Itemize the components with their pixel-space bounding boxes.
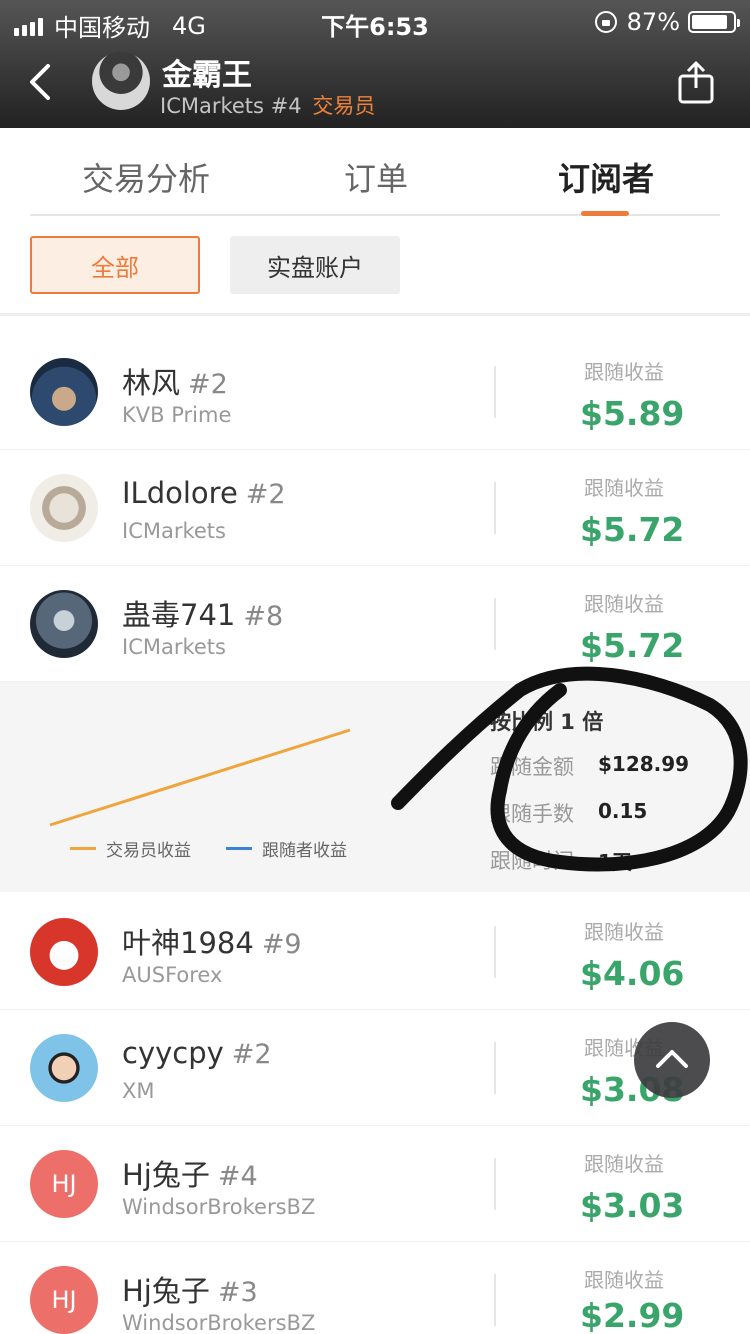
battery-icon	[688, 11, 740, 33]
earn-label: 跟随收益	[584, 1152, 664, 1176]
subscriber-row[interactable]: HJ Hj兔子 #3 WindsorBrokersBZ 跟随收益 $2.99	[0, 1242, 750, 1334]
legend-swatch	[226, 847, 252, 850]
subscriber-avatar: HJ	[30, 1266, 98, 1334]
active-tab-indicator	[581, 211, 629, 216]
filter-all-button[interactable]: 全部	[30, 236, 200, 294]
earn-label: 跟随收益	[584, 360, 664, 384]
subscriber-avatar: HJ	[30, 1150, 98, 1218]
row-divider	[494, 1042, 496, 1094]
subscriber-broker: ICMarkets	[122, 519, 226, 543]
earn-label: 跟随收益	[584, 1268, 664, 1292]
scroll-to-top-button[interactable]	[634, 1022, 710, 1098]
subscriber-broker: WindsorBrokersBZ	[122, 1311, 316, 1334]
follow-detail-panel: 交易员收益 跟随者收益 按比例 1 倍 跟随金额 $128.99 跟随手数 0.…	[0, 682, 750, 892]
subscriber-avatar	[30, 1034, 98, 1102]
earn-value: $4.06	[580, 954, 685, 993]
subscriber-avatar	[30, 590, 98, 658]
share-icon[interactable]	[676, 60, 716, 104]
earn-value: $5.72	[580, 510, 685, 549]
row-divider	[494, 1274, 496, 1326]
subscriber-name: Hj兔子 #4	[122, 1158, 258, 1192]
trader-broker: ICMarkets	[160, 94, 264, 118]
earn-label: 跟随收益	[584, 476, 664, 500]
legend-label: 交易员收益	[106, 841, 191, 861]
legend-label: 跟随者收益	[262, 841, 347, 861]
subscriber-name: ILdolore #2	[122, 476, 286, 510]
subscriber-name: 林风 #2	[122, 366, 228, 400]
subscriber-broker: WindsorBrokersBZ	[122, 1195, 316, 1219]
tab-bar: 交易分析 订单 订阅者	[30, 128, 720, 216]
subscriber-broker: ICMarkets	[122, 635, 226, 659]
follow-lots-value: 0.15	[598, 799, 648, 823]
follow-amount-label: 跟随金额	[490, 755, 574, 779]
subscriber-name: 蛊毒741 #8	[122, 598, 284, 632]
subscriber-row[interactable]: 蛊毒741 #8 ICMarkets 跟随收益 $5.72	[0, 566, 750, 682]
subscriber-broker: AUSForex	[122, 963, 223, 987]
row-divider	[494, 482, 496, 534]
subscriber-broker: KVB Prime	[122, 403, 232, 427]
earn-label: 跟随收益	[584, 592, 664, 616]
earn-value: $2.99	[580, 1296, 685, 1334]
follow-time-label: 跟随时间	[490, 849, 574, 873]
status-right: 87%	[594, 8, 740, 36]
trader-subtitle: ICMarkets #4 交易员	[160, 90, 375, 120]
subscriber-row[interactable]: 叶神1984 #9 AUSForex 跟随收益 $4.06	[0, 894, 750, 1010]
earn-label: 跟随收益	[584, 920, 664, 944]
legend-follower: 跟随者收益	[226, 836, 347, 861]
trader-name: 金霸王	[162, 58, 252, 93]
chevron-up-icon	[656, 1050, 688, 1068]
subscriber-name: 叶神1984 #9	[122, 926, 302, 960]
row-divider	[494, 1158, 496, 1210]
tab-subscribers[interactable]: 订阅者	[558, 154, 654, 200]
subscriber-avatar	[30, 358, 98, 426]
earn-value: $3.03	[580, 1186, 685, 1225]
row-divider	[494, 926, 496, 978]
legend-trader: 交易员收益	[70, 836, 191, 861]
follow-amount-value: $128.99	[598, 752, 690, 776]
battery-percent: 87%	[626, 8, 680, 36]
earn-value: $5.89	[580, 394, 685, 433]
subscriber-row[interactable]: 林风 #2 KVB Prime 跟随收益 $5.89	[0, 334, 750, 450]
filter-real-account-button[interactable]: 实盘账户	[230, 236, 400, 294]
app-screen: { "status": {"carrier": "中国移动", "network…	[0, 0, 750, 1334]
tab-orders[interactable]: 订单	[344, 154, 408, 200]
trader-role-badge: 交易员	[312, 94, 376, 118]
follow-time-value: 1天	[598, 850, 632, 874]
subscriber-name: cyycpy #2	[122, 1036, 272, 1070]
subscriber-broker: XM	[122, 1079, 155, 1103]
follow-ratio: 按比例 1 倍	[490, 710, 604, 734]
follow-lots-label: 跟随手数	[490, 802, 574, 826]
subscriber-avatar	[30, 474, 98, 542]
row-divider	[494, 598, 496, 650]
legend-swatch	[70, 847, 96, 850]
subscriber-row[interactable]: ILdolore #2 ICMarkets 跟随收益 $5.72	[0, 450, 750, 566]
subscriber-row[interactable]: HJ Hj兔子 #4 WindsorBrokersBZ 跟随收益 $3.03	[0, 1126, 750, 1242]
earn-value: $5.72	[580, 626, 685, 665]
trader-earnings-line	[49, 728, 351, 827]
app-header: 中国移动 4G 下午6:53 87% 金霸王 ICMarkets #4 交易员	[0, 0, 750, 128]
section-divider	[0, 313, 750, 316]
subscriber-name: Hj兔子 #3	[122, 1274, 258, 1308]
row-divider	[494, 366, 496, 418]
tab-analysis[interactable]: 交易分析	[82, 154, 210, 200]
rotation-lock-icon	[594, 11, 617, 33]
trader-rank: #4	[270, 94, 302, 118]
status-bar: 中国移动 4G 下午6:53 87%	[0, 0, 750, 42]
subscriber-avatar	[30, 918, 98, 986]
trader-avatar[interactable]	[92, 52, 150, 110]
back-arrow-icon[interactable]	[24, 62, 64, 102]
